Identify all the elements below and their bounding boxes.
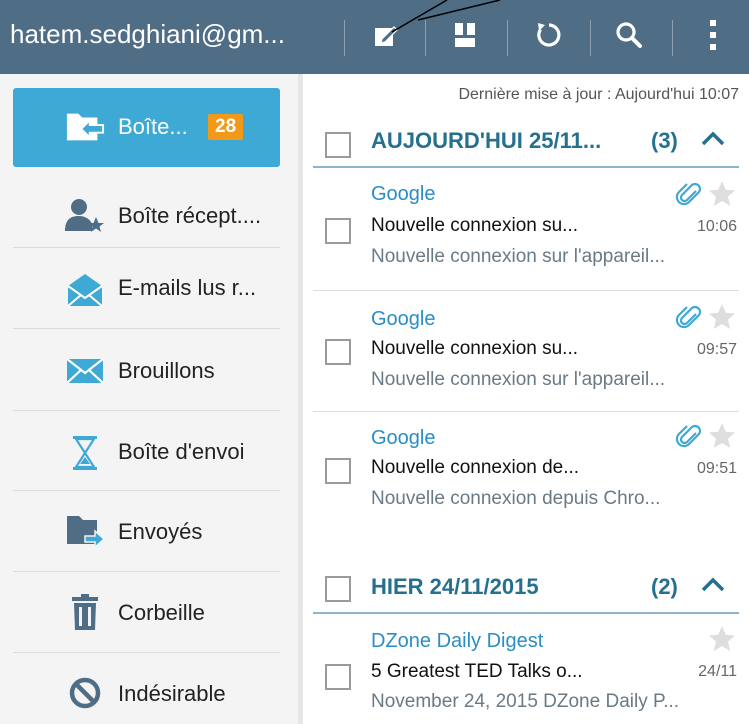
sidebar-item-label: Indésirable (118, 681, 226, 706)
mail-time: 09:57 (696, 341, 737, 358)
attachment-icon (675, 304, 703, 337)
trash-icon (65, 592, 105, 632)
mail-time: 09:51 (696, 460, 737, 477)
mail-list-item[interactable]: Google Nouvelle connexion de... 09:51 No… (313, 412, 739, 532)
mail-list-pane: Dernière mise à jour : Aujourd'hui 10:07… (303, 74, 749, 724)
outbox-hourglass-icon (65, 433, 105, 473)
last-update-label: Dernière mise à jour : Aujourd'hui 10:07 (458, 86, 739, 103)
drafts-icon (65, 351, 105, 391)
mail-time: 24/11 (698, 663, 737, 680)
sidebar-item-sent[interactable]: Envoyés (13, 491, 280, 571)
mail-sender: Google (371, 427, 436, 449)
unread-count-badge: 28 (208, 114, 244, 140)
group-header-today[interactable]: AUJOURD'HUI 25/11... (3) (313, 118, 739, 168)
mail-checkbox[interactable] (325, 458, 351, 484)
sidebar-item-label: E-mails lus r... (118, 275, 257, 300)
sidebar-item-label: Boîte récept.... (118, 203, 262, 228)
read-mail-icon (65, 270, 105, 310)
mail-preview: Nouvelle connexion depuis Chro... (371, 488, 661, 509)
inbox-folder-icon (65, 107, 105, 147)
mail-list-item[interactable]: Google Nouvelle connexion su... 09:57 No… (313, 291, 739, 411)
sidebar-item-drafts[interactable]: Brouillons (13, 329, 280, 411)
group-count: (3) (651, 128, 678, 153)
collapse-chevron-icon[interactable] (700, 572, 726, 603)
sidebar-item-outbox[interactable]: Boîte d'envoi (13, 411, 280, 491)
mail-sender: Google (371, 308, 436, 330)
group-checkbox[interactable] (325, 576, 351, 602)
mail-preview: Nouvelle connexion sur l'appareil... (371, 369, 666, 390)
star-icon[interactable] (707, 179, 737, 214)
sidebar-item-label: Boîte d'envoi (118, 439, 245, 464)
sidebar-item-label: Brouillons (118, 358, 215, 383)
mail-list-item[interactable]: Google Nouvelle connexion su... 10:06 No… (313, 171, 739, 291)
annotation-arrow (391, 0, 501, 33)
vip-inbox-icon (65, 196, 105, 236)
attachment-icon (675, 423, 703, 456)
mail-time: 10:06 (696, 218, 737, 235)
star-icon[interactable] (707, 421, 737, 456)
mail-sender: DZone Daily Digest (371, 630, 544, 652)
mail-preview: November 24, 2015 DZone Daily P... (371, 691, 680, 712)
mail-subject: Nouvelle connexion su... (371, 338, 579, 359)
mail-preview: Nouvelle connexion sur l'appareil... (371, 246, 666, 267)
group-header-yesterday[interactable]: HIER 24/11/2015 (2) (313, 564, 739, 614)
collapse-chevron-icon[interactable] (700, 126, 726, 157)
sidebar-item-label: Boîte... (118, 114, 188, 139)
top-action-bar: hatem.sedghiani@gm... (0, 0, 749, 74)
sidebar-item-inbox[interactable]: Boîte... 28 (13, 88, 280, 167)
sidebar-item-trash[interactable]: Corbeille (13, 572, 280, 652)
mail-list-item[interactable]: DZone Daily Digest 5 Greatest TED Talks … (313, 616, 739, 724)
mail-checkbox[interactable] (325, 339, 351, 365)
group-checkbox[interactable] (325, 132, 351, 158)
sidebar-item-label: Corbeille (118, 600, 205, 625)
group-title: AUJOURD'HUI 25/11... (371, 128, 602, 153)
sidebar-item-label: Envoyés (118, 519, 203, 544)
mail-sender: Google (371, 183, 436, 205)
sidebar-item-spam[interactable]: Indésirable (13, 653, 280, 724)
mail-subject: Nouvelle connexion de... (371, 457, 580, 478)
spam-icon (65, 673, 105, 713)
sidebar-item-priority-inbox[interactable]: Boîte récept.... (13, 176, 280, 256)
mail-subject: Nouvelle connexion su... (371, 215, 579, 236)
star-icon[interactable] (707, 624, 737, 659)
sidebar-item-read-mails[interactable]: E-mails lus r... (13, 248, 280, 330)
group-title: HIER 24/11/2015 (371, 574, 539, 599)
mail-checkbox[interactable] (325, 664, 351, 690)
group-count: (2) (651, 574, 678, 599)
attachment-icon (675, 181, 703, 214)
mail-subject: 5 Greatest TED Talks o... (371, 661, 583, 682)
sent-folder-icon (65, 511, 105, 551)
star-icon[interactable] (707, 302, 737, 337)
mail-checkbox[interactable] (325, 218, 351, 244)
